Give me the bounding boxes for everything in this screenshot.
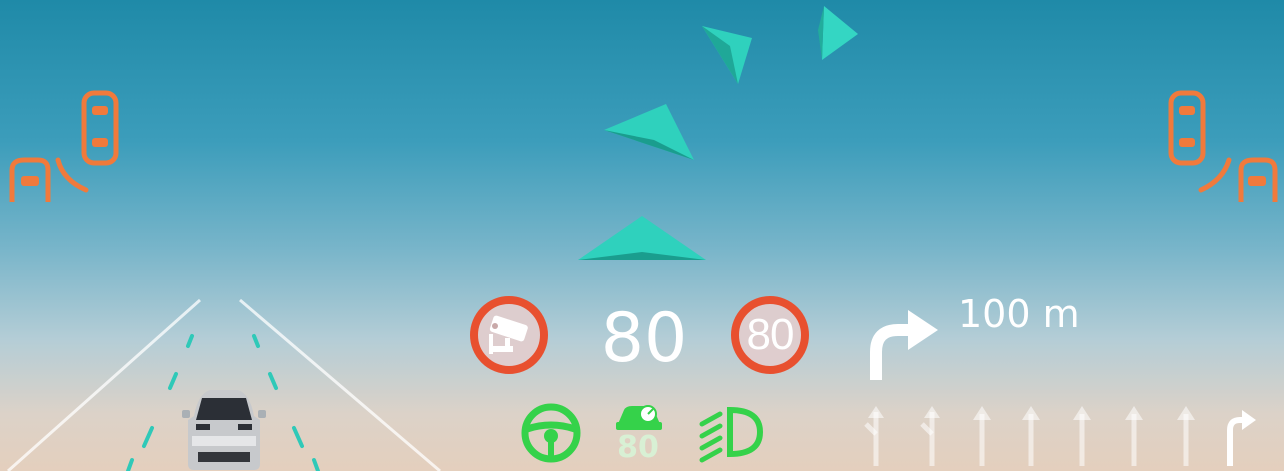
lane-arrow-straight-left-icon xyxy=(920,406,940,466)
speed-limiter-value: 80 xyxy=(617,430,659,465)
lane-arrow-straight-icon xyxy=(1177,406,1195,466)
lane-arrow-straight-left-icon xyxy=(864,406,884,466)
ar-arrow-icon xyxy=(702,26,752,84)
turn-right-arrow-icon xyxy=(870,310,938,380)
ego-vehicle-icon xyxy=(182,390,266,470)
blind-spot-warning-left xyxy=(9,90,119,202)
speed-camera-icon xyxy=(489,315,528,354)
head-up-display: 80 80 100 m 80 xyxy=(0,0,1284,471)
current-speed: 80 xyxy=(600,299,688,378)
lane-guidance xyxy=(864,406,1256,466)
speed-limit-sign: 80 xyxy=(731,296,809,374)
lane-arrow-straight-icon xyxy=(973,406,991,466)
lane-arrow-straight-icon xyxy=(1125,406,1143,466)
lane-arrow-straight-icon xyxy=(1073,406,1091,466)
ar-navigation-arrows xyxy=(578,6,858,260)
ar-arrow-icon xyxy=(604,104,694,160)
speed-camera-sign xyxy=(470,296,548,374)
ar-arrow-icon xyxy=(578,216,706,260)
steering-wheel-icon xyxy=(521,403,581,463)
lane-arrow-right-active-icon xyxy=(1227,410,1256,466)
low-beam-headlight-icon xyxy=(699,406,764,463)
speed-limit-value: 80 xyxy=(746,310,795,359)
ar-arrow-icon xyxy=(818,6,858,60)
lane-arrow-straight-icon xyxy=(1022,406,1040,466)
blind-spot-warning-right xyxy=(1168,90,1278,202)
turn-distance: 100 m xyxy=(958,292,1080,336)
